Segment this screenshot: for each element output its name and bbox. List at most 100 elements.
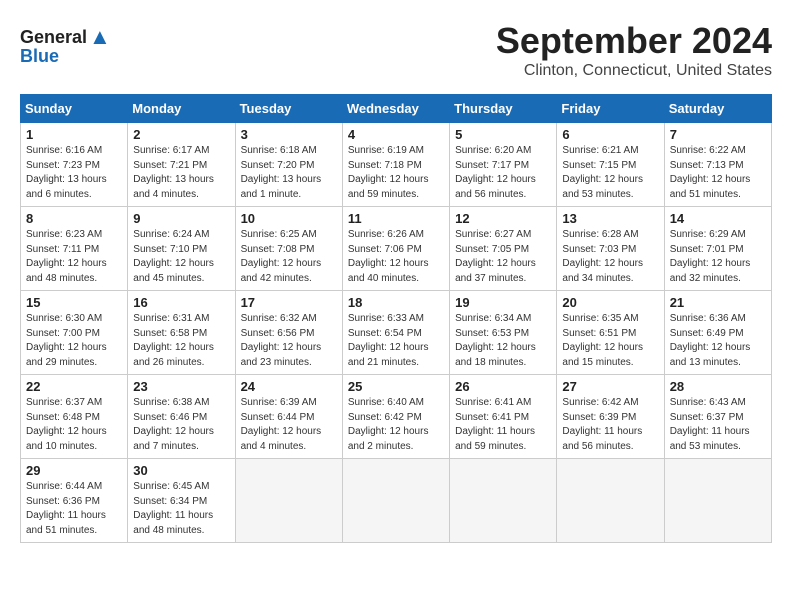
calendar-cell: 17 Sunrise: 6:32 AMSunset: 6:56 PMDaylig… <box>235 291 342 375</box>
day-number: 8 <box>26 211 122 226</box>
day-info: Sunrise: 6:43 AMSunset: 6:37 PMDaylight:… <box>670 397 750 452</box>
day-info: Sunrise: 6:36 AMSunset: 6:49 PMDaylight:… <box>670 313 751 368</box>
calendar-cell: 23 Sunrise: 6:38 AMSunset: 6:46 PMDaylig… <box>128 375 235 459</box>
day-number: 23 <box>133 379 229 394</box>
calendar-cell: 4 Sunrise: 6:19 AMSunset: 7:18 PMDayligh… <box>342 123 449 207</box>
day-info: Sunrise: 6:20 AMSunset: 7:17 PMDaylight:… <box>455 145 536 200</box>
day-number: 20 <box>562 295 658 310</box>
day-info: Sunrise: 6:45 AMSunset: 6:34 PMDaylight:… <box>133 481 213 536</box>
day-number: 10 <box>241 211 337 226</box>
calendar-cell: 8 Sunrise: 6:23 AMSunset: 7:11 PMDayligh… <box>21 207 128 291</box>
calendar-cell: 24 Sunrise: 6:39 AMSunset: 6:44 PMDaylig… <box>235 375 342 459</box>
page-subtitle: Clinton, Connecticut, United States <box>20 62 772 80</box>
day-number: 9 <box>133 211 229 226</box>
calendar-cell <box>342 459 449 543</box>
day-number: 7 <box>670 127 766 142</box>
day-number: 24 <box>241 379 337 394</box>
day-info: Sunrise: 6:19 AMSunset: 7:18 PMDaylight:… <box>348 145 429 200</box>
calendar-cell: 19 Sunrise: 6:34 AMSunset: 6:53 PMDaylig… <box>450 291 557 375</box>
day-number: 3 <box>241 127 337 142</box>
col-header-tuesday: Tuesday <box>235 95 342 123</box>
day-info: Sunrise: 6:18 AMSunset: 7:20 PMDaylight:… <box>241 145 322 200</box>
day-info: Sunrise: 6:31 AMSunset: 6:58 PMDaylight:… <box>133 313 214 368</box>
day-number: 6 <box>562 127 658 142</box>
page-title: September 2024 <box>20 20 772 62</box>
day-info: Sunrise: 6:21 AMSunset: 7:15 PMDaylight:… <box>562 145 643 200</box>
day-number: 28 <box>670 379 766 394</box>
day-info: Sunrise: 6:40 AMSunset: 6:42 PMDaylight:… <box>348 397 429 452</box>
day-number: 16 <box>133 295 229 310</box>
day-number: 14 <box>670 211 766 226</box>
calendar-cell: 1 Sunrise: 6:16 AMSunset: 7:23 PMDayligh… <box>21 123 128 207</box>
calendar-cell: 2 Sunrise: 6:17 AMSunset: 7:21 PMDayligh… <box>128 123 235 207</box>
day-info: Sunrise: 6:41 AMSunset: 6:41 PMDaylight:… <box>455 397 535 452</box>
col-header-friday: Friday <box>557 95 664 123</box>
calendar-cell: 22 Sunrise: 6:37 AMSunset: 6:48 PMDaylig… <box>21 375 128 459</box>
day-number: 21 <box>670 295 766 310</box>
day-number: 19 <box>455 295 551 310</box>
calendar-cell: 12 Sunrise: 6:27 AMSunset: 7:05 PMDaylig… <box>450 207 557 291</box>
calendar-cell <box>664 459 771 543</box>
calendar-cell: 25 Sunrise: 6:40 AMSunset: 6:42 PMDaylig… <box>342 375 449 459</box>
day-info: Sunrise: 6:17 AMSunset: 7:21 PMDaylight:… <box>133 145 214 200</box>
day-number: 15 <box>26 295 122 310</box>
day-info: Sunrise: 6:22 AMSunset: 7:13 PMDaylight:… <box>670 145 751 200</box>
day-info: Sunrise: 6:44 AMSunset: 6:36 PMDaylight:… <box>26 481 106 536</box>
logo-bird-icon: ▲ <box>89 24 111 50</box>
day-number: 25 <box>348 379 444 394</box>
day-info: Sunrise: 6:25 AMSunset: 7:08 PMDaylight:… <box>241 229 322 284</box>
calendar-cell <box>557 459 664 543</box>
day-info: Sunrise: 6:33 AMSunset: 6:54 PMDaylight:… <box>348 313 429 368</box>
day-number: 5 <box>455 127 551 142</box>
day-info: Sunrise: 6:30 AMSunset: 7:00 PMDaylight:… <box>26 313 107 368</box>
col-header-wednesday: Wednesday <box>342 95 449 123</box>
day-number: 11 <box>348 211 444 226</box>
day-info: Sunrise: 6:38 AMSunset: 6:46 PMDaylight:… <box>133 397 214 452</box>
col-header-sunday: Sunday <box>21 95 128 123</box>
day-number: 12 <box>455 211 551 226</box>
calendar-cell: 18 Sunrise: 6:33 AMSunset: 6:54 PMDaylig… <box>342 291 449 375</box>
calendar-cell: 29 Sunrise: 6:44 AMSunset: 6:36 PMDaylig… <box>21 459 128 543</box>
calendar-cell: 13 Sunrise: 6:28 AMSunset: 7:03 PMDaylig… <box>557 207 664 291</box>
day-number: 26 <box>455 379 551 394</box>
day-info: Sunrise: 6:16 AMSunset: 7:23 PMDaylight:… <box>26 145 107 200</box>
col-header-saturday: Saturday <box>664 95 771 123</box>
calendar-cell: 3 Sunrise: 6:18 AMSunset: 7:20 PMDayligh… <box>235 123 342 207</box>
day-info: Sunrise: 6:29 AMSunset: 7:01 PMDaylight:… <box>670 229 751 284</box>
day-number: 22 <box>26 379 122 394</box>
day-info: Sunrise: 6:42 AMSunset: 6:39 PMDaylight:… <box>562 397 642 452</box>
day-info: Sunrise: 6:37 AMSunset: 6:48 PMDaylight:… <box>26 397 107 452</box>
day-number: 17 <box>241 295 337 310</box>
logo-text-general: General <box>20 27 87 48</box>
day-number: 30 <box>133 463 229 478</box>
day-info: Sunrise: 6:23 AMSunset: 7:11 PMDaylight:… <box>26 229 107 284</box>
logo-text-blue: Blue <box>20 46 59 67</box>
day-info: Sunrise: 6:28 AMSunset: 7:03 PMDaylight:… <box>562 229 643 284</box>
day-info: Sunrise: 6:39 AMSunset: 6:44 PMDaylight:… <box>241 397 322 452</box>
day-info: Sunrise: 6:24 AMSunset: 7:10 PMDaylight:… <box>133 229 214 284</box>
calendar-table: SundayMondayTuesdayWednesdayThursdayFrid… <box>20 94 772 543</box>
day-number: 29 <box>26 463 122 478</box>
calendar-cell: 27 Sunrise: 6:42 AMSunset: 6:39 PMDaylig… <box>557 375 664 459</box>
day-info: Sunrise: 6:27 AMSunset: 7:05 PMDaylight:… <box>455 229 536 284</box>
day-info: Sunrise: 6:34 AMSunset: 6:53 PMDaylight:… <box>455 313 536 368</box>
calendar-cell: 26 Sunrise: 6:41 AMSunset: 6:41 PMDaylig… <box>450 375 557 459</box>
calendar-cell: 14 Sunrise: 6:29 AMSunset: 7:01 PMDaylig… <box>664 207 771 291</box>
col-header-monday: Monday <box>128 95 235 123</box>
day-number: 13 <box>562 211 658 226</box>
calendar-cell: 7 Sunrise: 6:22 AMSunset: 7:13 PMDayligh… <box>664 123 771 207</box>
col-header-thursday: Thursday <box>450 95 557 123</box>
page-header: September 2024 Clinton, Connecticut, Uni… <box>20 20 772 80</box>
day-number: 1 <box>26 127 122 142</box>
day-number: 18 <box>348 295 444 310</box>
day-number: 2 <box>133 127 229 142</box>
calendar-cell: 10 Sunrise: 6:25 AMSunset: 7:08 PMDaylig… <box>235 207 342 291</box>
day-info: Sunrise: 6:26 AMSunset: 7:06 PMDaylight:… <box>348 229 429 284</box>
calendar-cell: 15 Sunrise: 6:30 AMSunset: 7:00 PMDaylig… <box>21 291 128 375</box>
calendar-cell <box>450 459 557 543</box>
calendar-cell: 11 Sunrise: 6:26 AMSunset: 7:06 PMDaylig… <box>342 207 449 291</box>
calendar-cell: 20 Sunrise: 6:35 AMSunset: 6:51 PMDaylig… <box>557 291 664 375</box>
calendar-cell: 28 Sunrise: 6:43 AMSunset: 6:37 PMDaylig… <box>664 375 771 459</box>
calendar-cell: 5 Sunrise: 6:20 AMSunset: 7:17 PMDayligh… <box>450 123 557 207</box>
calendar-cell: 16 Sunrise: 6:31 AMSunset: 6:58 PMDaylig… <box>128 291 235 375</box>
